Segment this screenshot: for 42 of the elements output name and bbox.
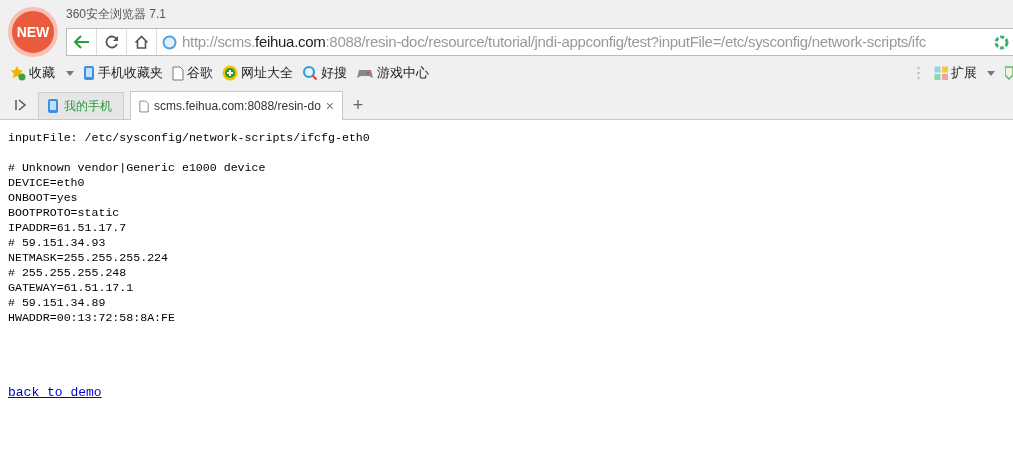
- plus-circle-icon: [222, 65, 238, 81]
- back-arrow-icon: [73, 35, 90, 49]
- search-icon: [302, 65, 318, 81]
- shield-icon: [1005, 66, 1013, 80]
- loading-icon: [994, 34, 1009, 50]
- file-content-line: HWADDR=00:13:72:58:8A:FE: [8, 310, 176, 325]
- extensions-button[interactable]: 扩展: [934, 63, 995, 83]
- window-title: 360安全浏览器 7.1: [66, 6, 167, 23]
- bookmark-item[interactable]: 游戏中心: [356, 63, 429, 83]
- file-content-line: # 255.255.255.248: [8, 265, 128, 280]
- close-tab-button[interactable]: ×: [325, 95, 334, 117]
- file-content-line: ONBOOT=yes: [8, 190, 79, 205]
- drag-handle-icon: [917, 66, 920, 80]
- star-icon: [10, 65, 26, 81]
- file-content-line: DEVICE=eth0: [8, 175, 86, 190]
- dropdown-caret-icon: [987, 70, 995, 76]
- input-file-line: inputFile: /etc/sysconfig/network-scripts/ifcfg-eth0: [8, 130, 371, 145]
- phone-icon: [47, 98, 59, 114]
- file-content-line: BOOTPROTO=static: [8, 205, 121, 220]
- back-to-demo-link[interactable]: back to demo: [8, 385, 102, 400]
- file-content-line: # Unknown vendor|Generic e1000 device: [8, 160, 267, 175]
- file-content-line: # 59.151.34.89: [8, 295, 107, 310]
- file-content-line: GATEWAY=61.51.17.1: [8, 280, 135, 295]
- sidebar-toggle-icon: [15, 99, 27, 111]
- reload-icon: [104, 35, 119, 49]
- bookmark-item[interactable]: 网址大全: [222, 63, 293, 83]
- new-tab-button[interactable]: +: [343, 92, 373, 119]
- bookmark-item[interactable]: 好搜: [302, 63, 347, 83]
- file-content-line: IPADDR=61.51.17.7: [8, 220, 128, 235]
- phone-icon: [83, 65, 95, 81]
- home-icon: [134, 35, 149, 49]
- globe-icon: [162, 34, 177, 50]
- bookmark-item[interactable]: 收藏: [10, 63, 74, 83]
- file-content-line: # 59.151.34.93: [8, 235, 107, 250]
- grid-icon: [934, 65, 949, 81]
- file-content-line: NETMASK=255.255.255.224: [8, 250, 170, 265]
- browser-tab[interactable]: scms.feihua.com:8088/resin-do ×: [130, 91, 343, 120]
- page-icon: [139, 98, 150, 114]
- bookmark-item[interactable]: 手机收藏夹: [83, 63, 163, 83]
- bookmark-item[interactable]: 谷歌: [172, 63, 213, 83]
- page-icon: [172, 65, 184, 81]
- dropdown-caret-icon: [66, 70, 74, 76]
